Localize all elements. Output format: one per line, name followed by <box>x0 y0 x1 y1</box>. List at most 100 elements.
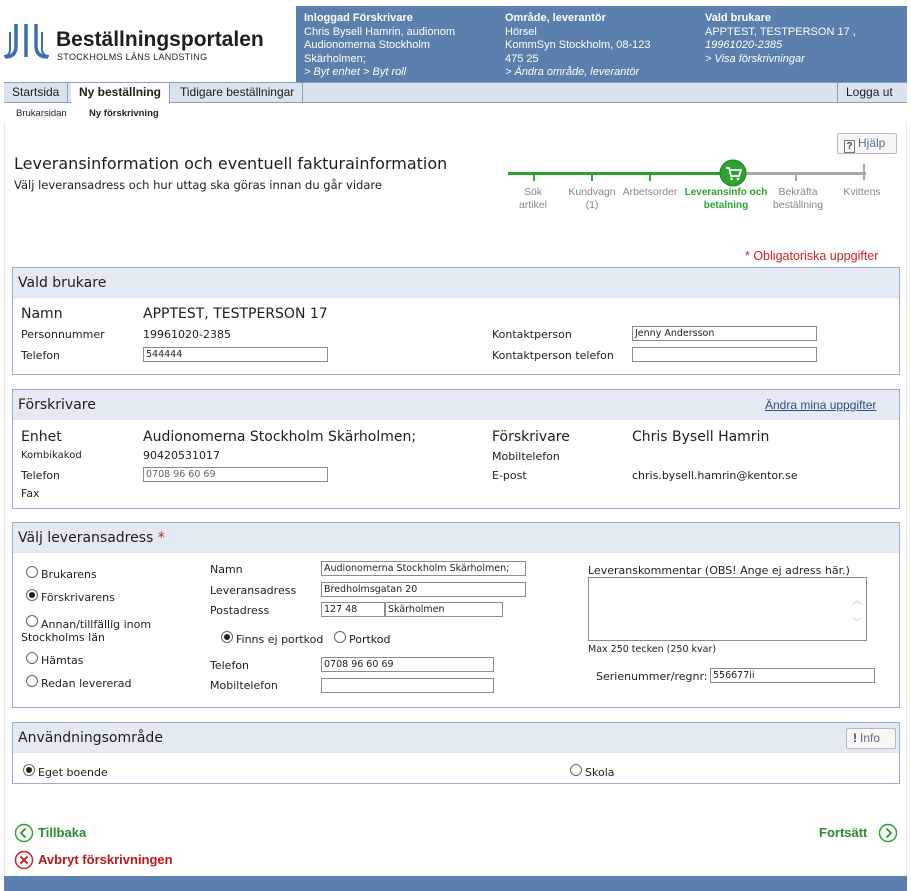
panel-anvandningsomrade: Användningsområde ! Info Eget boende Skol… <box>12 722 900 784</box>
step-arbetsorder: Arbetsorder <box>622 186 678 198</box>
postal-label: Postadress <box>210 604 270 617</box>
selected-user-pnr: 19961020-2385 <box>705 39 783 51</box>
step-tick <box>649 172 651 181</box>
tab-tidigare-bestallningar[interactable]: Tidigare beställningar <box>172 83 304 103</box>
contact-phone-field[interactable] <box>632 347 817 362</box>
change-unit-role-link[interactable]: > Byt enhet > Byt roll <box>304 66 455 80</box>
cart-icon <box>719 159 747 187</box>
logo[interactable]: Beställningsportalen STOCKHOLMS LÄNS LAN… <box>4 24 264 64</box>
logout-button[interactable]: Logga ut <box>837 83 901 103</box>
prescriber-label: Förskrivare <box>492 429 570 445</box>
mobile-label: Mobiltelefon <box>492 450 560 463</box>
help-label: Hjälp <box>858 136 886 150</box>
pnr-label: Personnummer <box>21 328 105 341</box>
radio-no-portcode[interactable] <box>221 631 233 643</box>
panel-forskrivare: Förskrivare Ändra mina uppgifter Enhet A… <box>12 389 900 509</box>
continue-button[interactable]: Fortsätt <box>819 823 898 843</box>
step-bekrafta: Bekräfta beställning <box>772 186 824 211</box>
info-bar: Inloggad Förskrivare Chris Bysell Hamrin… <box>296 6 907 82</box>
page-subtitle: Välj leveransadress och hur uttag ska gö… <box>14 178 382 192</box>
radio-label: Förskrivarens <box>41 591 115 604</box>
logo-subtitle: STOCKHOLMS LÄNS LANDSTING <box>57 52 208 62</box>
serial-label: Serienummer/regnr: <box>596 670 708 683</box>
logo-icon <box>4 24 50 59</box>
tab-startsida[interactable]: Startsida <box>4 83 69 103</box>
radio-eget-boende[interactable] <box>23 764 35 776</box>
edit-details-link[interactable]: Ändra mina uppgifter <box>765 398 876 412</box>
back-label: Tillbaka <box>38 825 87 840</box>
panel-heading: Välj leveransadress * <box>13 523 899 553</box>
radio-brukarens[interactable] <box>26 566 38 578</box>
show-prescriptions-link[interactable]: > Visa förskrivningar <box>705 53 856 67</box>
change-area-link[interactable]: > Ändra område, leverantör <box>505 66 651 80</box>
phone-label: Telefon <box>21 469 61 482</box>
radio-hamtas[interactable] <box>26 652 38 664</box>
city-field[interactable]: Skärholmen <box>385 602 503 617</box>
radio-skola[interactable] <box>570 764 582 776</box>
prescriber-phone-field[interactable]: 0708 96 60 69 <box>143 467 328 482</box>
main-content: ? Hjälp Leveransinformation och eventuell… <box>4 122 907 876</box>
radio-forskrivarens[interactable] <box>26 589 38 601</box>
unit-label: Enhet <box>21 429 62 445</box>
logged-in-heading: Inloggad Förskrivare <box>304 12 413 24</box>
logo-title: Beställningsportalen <box>56 28 264 51</box>
subnav-brukarsidan[interactable]: Brukarsidan <box>16 108 67 119</box>
logged-in-line: Skärholmen; <box>304 52 366 65</box>
radio-portcode[interactable] <box>334 631 346 643</box>
radio-label: Annan/tillfällig inom <box>41 618 152 631</box>
step-tick <box>863 164 865 180</box>
contact-label: Kontaktperson <box>492 328 572 341</box>
delivery-mobile-label: Mobiltelefon <box>210 679 278 692</box>
question-icon: ? <box>844 140 855 153</box>
delivery-mobile-field[interactable] <box>321 678 494 693</box>
comment-limit: Max 250 tecken (250 kvar) <box>588 644 717 655</box>
scroll-down-icon[interactable]: ﹀ <box>852 614 862 629</box>
step-kundvagn: Kundvagn (1) <box>568 186 616 211</box>
step-tick <box>533 172 535 181</box>
radio-annan[interactable] <box>26 615 38 627</box>
delivery-name-field[interactable]: Audionomerna Stockholm Skärholmen; <box>321 561 526 576</box>
area-line: Hörsel <box>505 25 537 38</box>
selected-user-info: Vald brukare APPTEST, TESTPERSON 17 , 19… <box>705 12 856 66</box>
user-phone-field[interactable]: 544444 <box>143 347 328 362</box>
exclamation-icon: ! <box>853 731 857 745</box>
radio-label: Skola <box>585 766 615 779</box>
radio-label: Finns ej portkod <box>236 633 324 646</box>
area-line: 475 25 <box>505 52 539 65</box>
delivery-address-field[interactable]: Bredholmsgatan 20 <box>321 582 526 597</box>
panel-heading: Användningsområde <box>13 723 899 753</box>
comment-textarea[interactable]: ︿ ﹀ <box>588 577 867 641</box>
logged-in-info: Inloggad Förskrivare Chris Bysell Hamrin… <box>304 12 455 80</box>
info-button[interactable]: ! Info <box>846 728 896 749</box>
cancel-label: Avbryt förskrivningen <box>38 852 173 867</box>
continue-label: Fortsätt <box>819 825 868 840</box>
step-tick <box>795 172 797 181</box>
kombika-value: 90420531017 <box>143 449 220 462</box>
email-value: chris.bysell.hamrin@kentor.se <box>632 469 798 482</box>
radio-label: Portkod <box>349 633 391 646</box>
footer-bar <box>4 876 907 891</box>
selected-user-heading: Vald brukare <box>705 12 772 24</box>
panel-heading-text: Välj leveransadress <box>18 530 154 546</box>
radio-label: Stockholms län <box>21 631 105 644</box>
help-button[interactable]: ? Hjälp <box>837 133 897 154</box>
radio-redan-levererad[interactable] <box>26 675 38 687</box>
header: Beställningsportalen STOCKHOLMS LÄNS LAN… <box>0 0 911 82</box>
step-sok-artikel: Sök artikel <box>518 186 547 211</box>
radio-label: Brukarens <box>41 568 97 581</box>
phone-label: Telefon <box>21 349 61 362</box>
arrow-left-icon <box>14 823 34 843</box>
delivery-phone-field[interactable]: 0708 96 60 69 <box>321 657 494 672</box>
unit-value: Audionomerna Stockholm Skärholmen; <box>143 429 417 445</box>
tab-ny-bestallning[interactable]: Ny beställning <box>71 83 171 104</box>
zip-field[interactable]: 127 48 <box>321 602 385 617</box>
scroll-up-icon[interactable]: ︿ <box>852 592 862 607</box>
delivery-address-label: Leveransadress <box>210 584 297 597</box>
area-heading: Område, leverantör <box>505 12 606 24</box>
logged-in-line: Chris Bysell Hamrin, audionom <box>304 25 455 38</box>
subnav-ny-forskrivning[interactable]: Ny förskrivning <box>89 108 159 119</box>
radio-label: Hämtas <box>41 654 84 667</box>
contact-person-field[interactable]: Jenny Andersson <box>632 326 817 341</box>
panel-heading: Vald brukare <box>13 268 899 298</box>
serial-field[interactable]: 556677ii <box>710 668 875 683</box>
